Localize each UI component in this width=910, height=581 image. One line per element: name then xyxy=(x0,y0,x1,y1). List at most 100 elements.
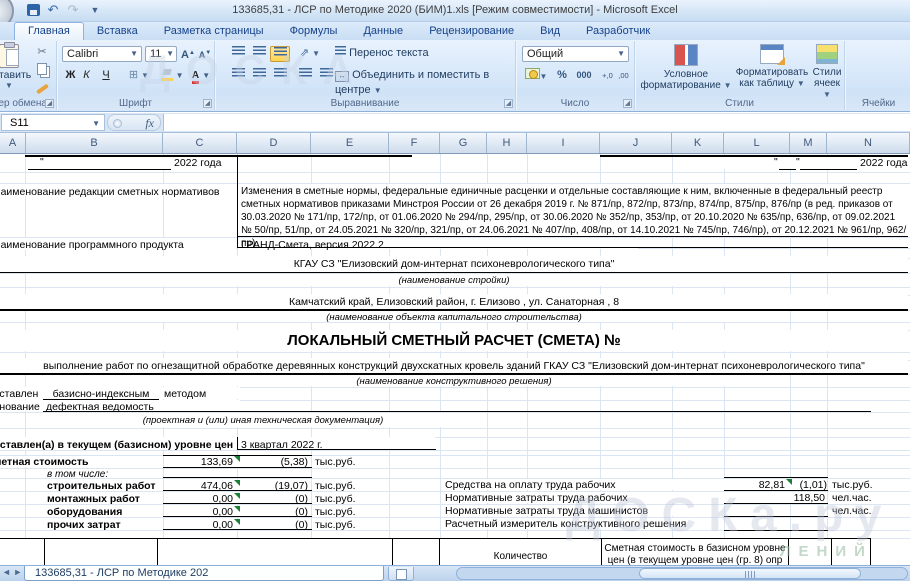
page-title[interactable]: ЛОКАЛЬНЫЙ СМЕТНЫЙ РАСЧЕТ (СМЕТА) № xyxy=(0,332,908,349)
cell-work[interactable]: выполнение работ по огнезащитной обработ… xyxy=(0,360,908,372)
font-dialog-launcher-icon[interactable]: ◢ xyxy=(203,99,212,108)
bold-button[interactable]: Ж xyxy=(63,68,78,84)
cell-trud-mash-unit[interactable]: чел.час. xyxy=(832,505,871,517)
align-center-button[interactable] xyxy=(249,68,269,84)
cell-stroyka[interactable]: КГАУ СЗ "Елизовский дом-интернат психоне… xyxy=(0,258,908,270)
column-header-m[interactable]: M xyxy=(790,133,827,153)
date-year-right[interactable]: 2022 года xyxy=(860,157,907,169)
cell-stroit-alt[interactable]: (19,07) xyxy=(238,480,308,492)
cell-level-value[interactable]: 3 квартал 2022 г. xyxy=(241,439,323,451)
alignment-dialog-launcher-icon[interactable]: ◢ xyxy=(504,99,513,108)
cell-product-value[interactable]: ГРАНД-Смета, версия 2022.2 xyxy=(241,239,384,251)
tab-formuly[interactable]: Формулы xyxy=(277,23,351,40)
accounting-format-button[interactable]: ▼ xyxy=(522,68,550,84)
font-name-select[interactable]: Calibri▼ xyxy=(62,46,142,62)
font-size-select[interactable]: 11▼ xyxy=(145,46,177,62)
align-right-button[interactable] xyxy=(270,68,290,84)
cell-total-unit[interactable]: тыс.руб. xyxy=(315,456,356,468)
format-painter-button[interactable] xyxy=(33,81,51,97)
cell-oplata-value[interactable]: 82,81 xyxy=(700,479,785,491)
column-header-n[interactable]: N xyxy=(827,133,910,153)
cell-prochih-value[interactable]: 0,00 xyxy=(163,519,233,531)
align-bottom-button[interactable] xyxy=(270,46,290,62)
shrink-font-button[interactable]: А▼ xyxy=(197,46,213,62)
italic-button[interactable]: К xyxy=(79,68,94,84)
column-header-f[interactable]: F xyxy=(389,133,440,153)
align-middle-button[interactable] xyxy=(249,46,269,62)
sheet-tab[interactable]: 133685,31 - ЛСР по Методике 202 xyxy=(24,566,384,581)
cell-izmeritel-label[interactable]: Расчетный измеритель конструктивного реш… xyxy=(445,518,686,530)
table-header-cost[interactable]: Сметная стоимость в базисном уровне xyxy=(602,542,788,555)
date-quote-right-close[interactable]: " xyxy=(796,156,800,168)
column-header-b[interactable]: B xyxy=(26,133,163,153)
column-header-g[interactable]: G xyxy=(440,133,487,153)
borders-button[interactable]: ⊞ ▼ xyxy=(124,68,154,84)
cell-montazh-value[interactable]: 0,00 xyxy=(163,493,233,505)
cell-montazh-label[interactable]: монтажных работ xyxy=(47,493,140,505)
merge-center-button[interactable]: ↔ Объединить и поместить в центре ▼ xyxy=(335,68,515,84)
tab-glavnaya[interactable]: Главная xyxy=(14,22,84,41)
align-left-button[interactable] xyxy=(228,68,248,84)
formula-input[interactable] xyxy=(163,114,910,131)
cell-montazh-unit[interactable]: тыс.руб. xyxy=(315,493,356,505)
increase-indent-button[interactable] xyxy=(316,68,336,84)
conditional-formatting-button[interactable]: Условное форматирование ▼ xyxy=(640,44,732,91)
column-header-j[interactable]: J xyxy=(600,133,672,153)
fill-color-button[interactable]: ▼ xyxy=(158,68,186,84)
insert-worksheet-tab[interactable] xyxy=(388,567,414,581)
format-as-table-button[interactable]: Форматировать как таблицу ▼ xyxy=(735,44,809,89)
cell-method[interactable]: базисно-индексным xyxy=(43,388,159,400)
sheet-nav-buttons[interactable]: ◄ ► xyxy=(2,567,22,577)
column-header-d[interactable]: D xyxy=(237,133,311,153)
paste-button[interactable]: Вставить ▼ xyxy=(0,43,32,90)
column-header-k[interactable]: K xyxy=(672,133,724,153)
comma-style-button[interactable]: 000 xyxy=(572,68,596,84)
tab-razmetka[interactable]: Разметка страницы xyxy=(151,23,277,40)
number-dialog-launcher-icon[interactable]: ◢ xyxy=(623,99,632,108)
number-format-select[interactable]: Общий▼ xyxy=(522,46,629,62)
orientation-button[interactable]: ⇗ ▼ xyxy=(297,46,323,62)
cell-prochih-unit[interactable]: тыс.руб. xyxy=(315,519,356,531)
cell-doc-caption[interactable]: (проектная и (или) иная техническая доку… xyxy=(43,415,483,426)
cell-redaction-label[interactable]: Наименование редакции сметных нормативов xyxy=(0,186,220,198)
cell-total-label[interactable]: Сметная стоимость xyxy=(0,456,88,468)
column-header-c[interactable]: C xyxy=(163,133,237,153)
tab-razrabotchik[interactable]: Разработчик xyxy=(573,23,663,40)
scrollbar-thumb[interactable] xyxy=(639,568,861,579)
tab-vid[interactable]: Вид xyxy=(527,23,573,40)
cell-product-label[interactable]: Наименование программного продукта xyxy=(0,239,184,251)
cell-oborud-label[interactable]: оборудования xyxy=(47,506,122,518)
cell-vtomchisle[interactable]: в том числе: xyxy=(47,469,108,480)
copy-button[interactable] xyxy=(33,63,51,79)
cell-method-suffix[interactable]: методом xyxy=(164,388,206,400)
cell-trud-rab-value[interactable]: 118,50 xyxy=(700,492,825,504)
percent-style-button[interactable]: % xyxy=(553,68,571,84)
cell-total-alt[interactable]: (5,38) xyxy=(238,456,308,468)
cell-oborud-unit[interactable]: тыс.руб. xyxy=(315,506,356,518)
cell-osnovanie[interactable]: Основание xyxy=(0,401,40,413)
cell-trud-rab-unit[interactable]: чел.час. xyxy=(832,492,871,504)
fx-icon[interactable]: fx xyxy=(145,116,154,131)
worksheet-grid[interactable]: " 2022 года " " 2022 года Наименование р… xyxy=(0,154,910,565)
column-header-i[interactable]: I xyxy=(527,133,600,153)
tab-recenzirovanie[interactable]: Рецензирование xyxy=(416,23,527,40)
decrease-indent-button[interactable] xyxy=(295,68,315,84)
date-quote-left[interactable]: " xyxy=(40,156,44,168)
cell-trud-rab-label[interactable]: Нормативные затраты труда рабочих xyxy=(445,492,628,504)
cell-stroit-label[interactable]: строительных работ xyxy=(47,480,155,492)
cell-level-label[interactable]: Составлен(а) в текущем (базисном) уровне… xyxy=(0,439,233,451)
cell-oplata-label[interactable]: Средства на оплату труда рабочих xyxy=(445,479,616,491)
align-top-button[interactable] xyxy=(228,46,248,62)
cell-prochih-alt[interactable]: (0) xyxy=(238,519,308,531)
cell-styles-button[interactable]: Стили ячеек ▼ xyxy=(811,44,843,100)
column-header-e[interactable]: E xyxy=(311,133,389,153)
column-header-a[interactable]: A xyxy=(0,133,26,153)
cell-oplata-unit[interactable]: тыс.руб. xyxy=(832,479,873,491)
cell-trud-mash-label[interactable]: Нормативные затраты труда машинистов xyxy=(445,505,648,517)
cell-oborud-value[interactable]: 0,00 xyxy=(163,506,233,518)
date-quote-right-open[interactable]: " xyxy=(774,156,778,168)
table-header-quantity[interactable]: Количество xyxy=(440,551,601,562)
cut-button[interactable]: ✂ xyxy=(33,45,51,61)
cell-stroyka-caption[interactable]: (наименование стройки) xyxy=(0,275,908,286)
font-color-button[interactable]: А ▼ xyxy=(188,68,214,84)
